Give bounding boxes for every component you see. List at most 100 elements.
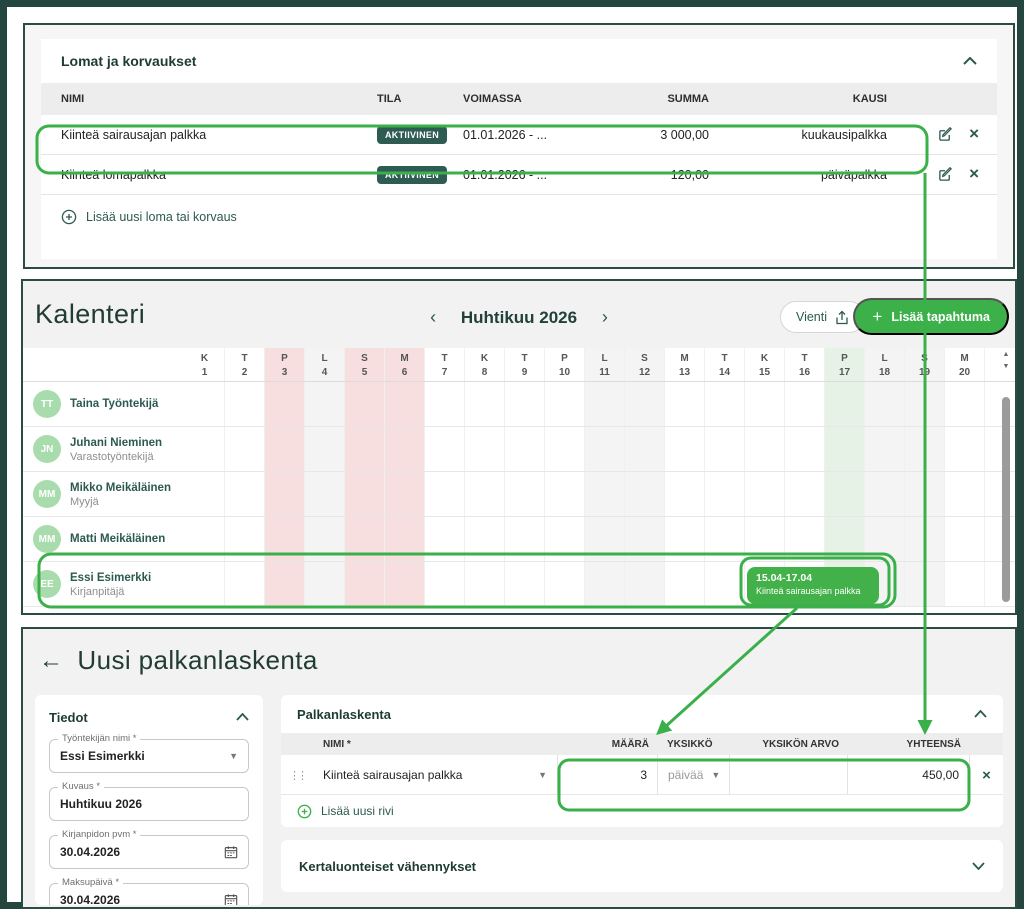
day-cell[interactable]: [665, 517, 705, 561]
chevron-down-icon[interactable]: ▼: [229, 751, 238, 761]
day-header-cell[interactable]: S5: [345, 348, 385, 381]
back-arrow[interactable]: ←: [39, 647, 63, 675]
day-cell[interactable]: [465, 472, 505, 516]
day-cell[interactable]: [425, 382, 465, 426]
day-cell[interactable]: [185, 382, 225, 426]
day-header-cell[interactable]: T7: [425, 348, 465, 381]
add-holiday-link[interactable]: Lisää uusi loma tai korvaus: [41, 195, 997, 239]
table-row[interactable]: Kiinteä lomapalkkaAKTIIVINEN01.01.2026 -…: [41, 155, 997, 195]
day-cell[interactable]: [785, 382, 825, 426]
day-cell[interactable]: [585, 382, 625, 426]
day-cell[interactable]: [705, 562, 745, 606]
calendar-event-badge[interactable]: 15.04-17.04 Kiinteä sairausajan palkka: [747, 567, 879, 604]
day-cell[interactable]: [585, 517, 625, 561]
scrollbar-thumb[interactable]: [1002, 397, 1010, 602]
day-header-cell[interactable]: P10: [545, 348, 585, 381]
add-event-button[interactable]: + Lisää tapahtuma: [853, 298, 1009, 335]
day-cell[interactable]: [425, 427, 465, 471]
day-header-cell[interactable]: L11: [585, 348, 625, 381]
day-cell[interactable]: [265, 517, 305, 561]
day-cell[interactable]: [345, 562, 385, 606]
day-cell[interactable]: [385, 427, 425, 471]
delete-icon[interactable]: ×: [969, 164, 979, 183]
collapse-chevron-up-icon[interactable]: [236, 708, 249, 726]
day-cell[interactable]: [505, 382, 545, 426]
day-header-cell[interactable]: S19: [905, 348, 945, 381]
day-cell[interactable]: [465, 562, 505, 606]
day-cell[interactable]: [385, 562, 425, 606]
day-cell[interactable]: [345, 427, 385, 471]
employee-name-cell[interactable]: JNJuhani NieminenVarastotyöntekijä: [23, 427, 185, 471]
day-cell[interactable]: [545, 472, 585, 516]
form-field[interactable]: Maksupäivä *30.04.2026: [49, 883, 249, 905]
day-cell[interactable]: [425, 472, 465, 516]
add-row-link[interactable]: Lisää uusi rivi: [281, 795, 1003, 827]
day-cell[interactable]: [425, 517, 465, 561]
day-cell[interactable]: [465, 427, 505, 471]
remove-row-icon[interactable]: ×: [969, 755, 1003, 795]
day-cell[interactable]: [705, 517, 745, 561]
day-cell[interactable]: [305, 517, 345, 561]
day-cell[interactable]: [505, 427, 545, 471]
prev-month-button[interactable]: ‹: [430, 307, 436, 327]
day-cell[interactable]: [505, 562, 545, 606]
day-header-cell[interactable]: K8: [465, 348, 505, 381]
day-cell[interactable]: [305, 562, 345, 606]
collapse-chevron-up-icon[interactable]: [963, 52, 977, 70]
day-cell[interactable]: [865, 382, 905, 426]
day-cell[interactable]: [465, 382, 505, 426]
day-cell[interactable]: [345, 517, 385, 561]
day-cell[interactable]: [185, 517, 225, 561]
day-cell[interactable]: [585, 427, 625, 471]
day-cell[interactable]: [665, 472, 705, 516]
day-header-cell[interactable]: T16: [785, 348, 825, 381]
day-cell[interactable]: [545, 427, 585, 471]
day-cell[interactable]: [385, 382, 425, 426]
day-cell[interactable]: [785, 472, 825, 516]
day-cell[interactable]: [745, 382, 785, 426]
calendar-icon[interactable]: [224, 893, 238, 905]
employee-name-cell[interactable]: MMMikko MeikäläinenMyyjä: [23, 472, 185, 516]
day-cell[interactable]: [225, 427, 265, 471]
amount-input[interactable]: 3: [557, 755, 657, 795]
day-header-cell[interactable]: K15: [745, 348, 785, 381]
day-cell[interactable]: [745, 472, 785, 516]
day-cell[interactable]: [785, 427, 825, 471]
day-cell[interactable]: [505, 517, 545, 561]
day-cell[interactable]: [665, 382, 705, 426]
export-button[interactable]: Vienti: [780, 301, 865, 333]
day-cell[interactable]: [665, 562, 705, 606]
day-header-cell[interactable]: M6: [385, 348, 425, 381]
day-cell[interactable]: [945, 427, 985, 471]
day-cell[interactable]: [665, 427, 705, 471]
day-header-cell[interactable]: M13: [665, 348, 705, 381]
day-cell[interactable]: [225, 562, 265, 606]
day-header-cell[interactable]: P17: [825, 348, 865, 381]
deductions-card[interactable]: Kertaluonteiset vähennykset: [281, 840, 1003, 892]
day-cell[interactable]: [185, 562, 225, 606]
day-cell[interactable]: [825, 427, 865, 471]
form-field[interactable]: Kirjanpidon pvm *30.04.2026: [49, 835, 249, 869]
day-header-cell[interactable]: M20: [945, 348, 985, 381]
day-cell[interactable]: [545, 382, 585, 426]
day-header-cell[interactable]: P3: [265, 348, 305, 381]
day-cell[interactable]: [825, 517, 865, 561]
day-cell[interactable]: [625, 562, 665, 606]
day-cell[interactable]: [905, 427, 945, 471]
day-cell[interactable]: [825, 382, 865, 426]
day-cell[interactable]: [945, 517, 985, 561]
day-cell[interactable]: [865, 517, 905, 561]
expand-chevron-down-icon[interactable]: [972, 857, 985, 875]
day-header-cell[interactable]: T2: [225, 348, 265, 381]
day-cell[interactable]: [425, 562, 465, 606]
scroll-up-icon[interactable]: ▲: [1000, 351, 1012, 358]
day-cell[interactable]: [265, 472, 305, 516]
day-cell[interactable]: [865, 472, 905, 516]
day-cell[interactable]: [265, 382, 305, 426]
day-cell[interactable]: [745, 427, 785, 471]
collapse-chevron-up-icon[interactable]: [974, 705, 987, 723]
day-cell[interactable]: [225, 517, 265, 561]
unit-value-input[interactable]: [729, 755, 847, 795]
day-cell[interactable]: [345, 382, 385, 426]
day-cell[interactable]: [225, 472, 265, 516]
